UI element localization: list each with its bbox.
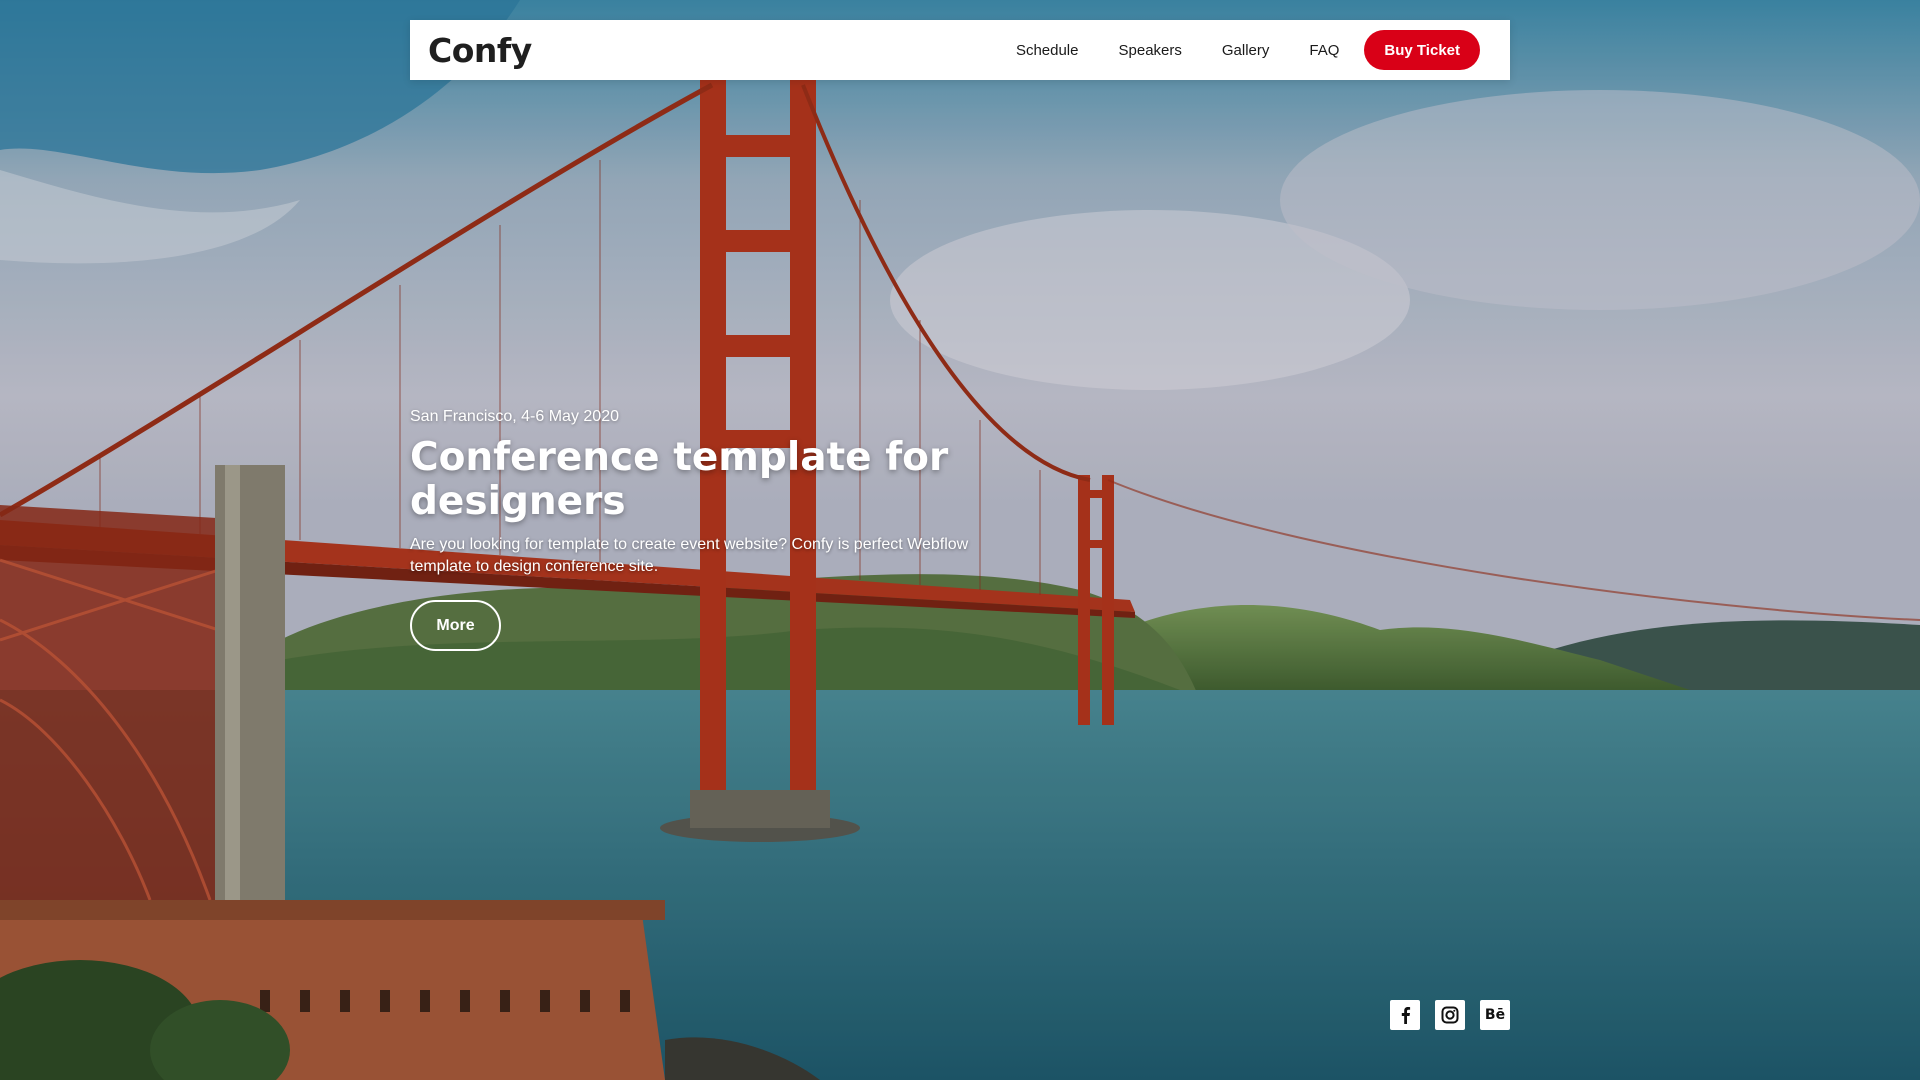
hero-description: Are you looking for template to create e… (410, 536, 969, 575)
hero-title: Conference template for designers (410, 435, 949, 524)
hero-section: San Francisco, 4-6 May 2020 Conference t… (410, 408, 1030, 651)
facebook-icon[interactable] (1390, 1000, 1420, 1030)
more-button[interactable]: More (410, 600, 501, 651)
nav-link-faq[interactable]: FAQ (1309, 42, 1339, 59)
behance-icon[interactable]: Bē (1480, 1000, 1510, 1030)
buy-ticket-button[interactable]: Buy Ticket (1364, 30, 1480, 70)
brand-logo[interactable]: Confy (428, 31, 532, 70)
nav-link-schedule[interactable]: Schedule (1016, 42, 1079, 59)
instagram-icon[interactable] (1435, 1000, 1465, 1030)
nav-link-gallery[interactable]: Gallery (1222, 42, 1270, 59)
nav-links: Schedule Speakers Gallery FAQ Buy Ticket (1016, 30, 1480, 70)
nav-link-speakers[interactable]: Speakers (1119, 42, 1182, 59)
event-location-date: San Francisco, 4-6 May 2020 (410, 408, 619, 425)
top-navbar: Confy Schedule Speakers Gallery FAQ Buy … (410, 20, 1510, 80)
social-links: Bē (1390, 1000, 1510, 1030)
